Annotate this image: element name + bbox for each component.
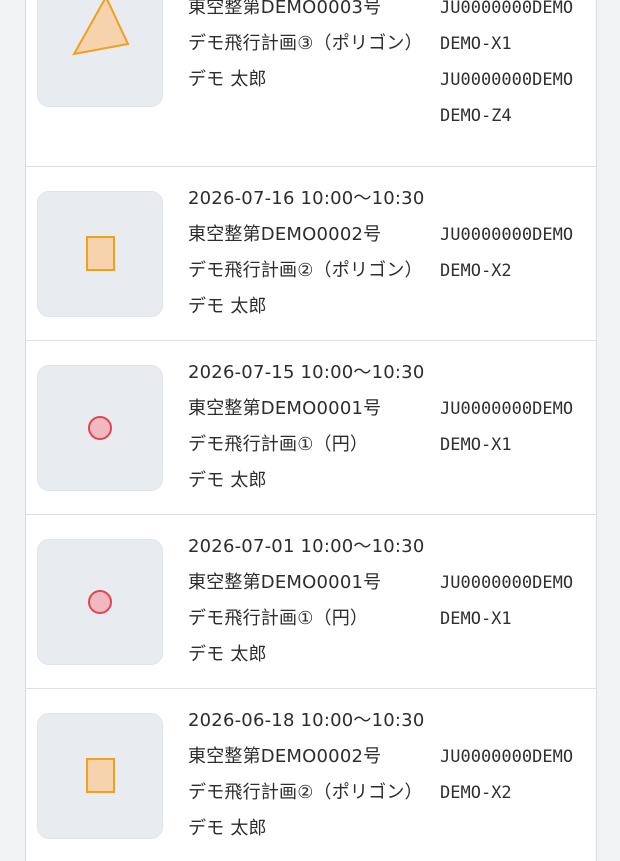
flight-plan-info: 東空整第DEMO0003号 デモ飛行計画③（ポリゴン） デモ 太郎 bbox=[188, 0, 438, 98]
plan-name: デモ飛行計画②（ポリゴン） bbox=[188, 260, 423, 281]
flight-plan-info: 2026-07-01 10:00〜10:30 東空整第DEMO0001号 デモ飛… bbox=[188, 529, 438, 673]
registration-codes: JU0000000DEMO DEMO-X2 bbox=[440, 217, 596, 289]
permit-number: 東空整第DEMO0002号 bbox=[188, 746, 382, 767]
flight-plan-info: 2026-07-16 10:00〜10:30 東空整第DEMO0002号 デモ飛… bbox=[188, 181, 438, 325]
aircraft-code: DEMO-X1 bbox=[440, 609, 512, 629]
permit-number: 東空整第DEMO0003号 bbox=[188, 0, 382, 18]
registration-code: JU0000000DEMO bbox=[440, 70, 574, 90]
registration-codes: JU0000000DEMO DEMO-X1 JU0000000DEMO DEMO… bbox=[440, 0, 596, 134]
flight-area-thumbnail bbox=[37, 539, 163, 665]
flight-area-thumbnail bbox=[37, 365, 163, 491]
plan-name: デモ飛行計画①（円） bbox=[188, 608, 369, 629]
flight-plan-row[interactable]: 2026-07-16 10:00〜10:30 東空整第DEMO0002号 デモ飛… bbox=[26, 167, 596, 341]
aircraft-code: DEMO-X2 bbox=[440, 261, 512, 281]
registration-code: JU0000000DEMO bbox=[440, 0, 574, 18]
plan-name: デモ飛行計画③（ポリゴン） bbox=[188, 33, 423, 54]
circle-icon bbox=[88, 416, 112, 440]
flight-plan-row[interactable]: 東空整第DEMO0003号 デモ飛行計画③（ポリゴン） デモ 太郎 JU0000… bbox=[26, 0, 596, 167]
registration-code: JU0000000DEMO bbox=[440, 399, 574, 419]
flight-plan-list: 東空整第DEMO0003号 デモ飛行計画③（ポリゴン） デモ 太郎 JU0000… bbox=[25, 0, 597, 861]
flight-plan-row[interactable]: 2026-06-18 10:00〜10:30 東空整第DEMO0002号 デモ飛… bbox=[26, 689, 596, 861]
registration-codes: JU0000000DEMO DEMO-X2 bbox=[440, 739, 596, 811]
aircraft-code: DEMO-X2 bbox=[440, 783, 512, 803]
circle-icon bbox=[88, 590, 112, 614]
aircraft-code: DEMO-X1 bbox=[440, 435, 512, 455]
permit-number: 東空整第DEMO0001号 bbox=[188, 398, 382, 419]
aircraft-code: DEMO-X1 bbox=[440, 34, 512, 54]
triangle-icon bbox=[72, 0, 130, 56]
flight-datetime: 2026-07-15 10:00〜10:30 bbox=[188, 362, 425, 383]
pilot-name: デモ 太郎 bbox=[188, 69, 267, 90]
flight-plan-list-page: 東空整第DEMO0003号 デモ飛行計画③（ポリゴン） デモ 太郎 JU0000… bbox=[0, 0, 620, 861]
registration-code: JU0000000DEMO bbox=[440, 573, 574, 593]
registration-codes: JU0000000DEMO DEMO-X1 bbox=[440, 565, 596, 637]
pilot-name: デモ 太郎 bbox=[188, 470, 267, 491]
registration-code: JU0000000DEMO bbox=[440, 225, 574, 245]
flight-plan-info: 2026-06-18 10:00〜10:30 東空整第DEMO0002号 デモ飛… bbox=[188, 703, 438, 847]
registration-code: JU0000000DEMO bbox=[440, 747, 574, 767]
flight-area-thumbnail bbox=[37, 191, 163, 317]
flight-area-thumbnail bbox=[37, 713, 163, 839]
square-icon bbox=[86, 236, 115, 271]
flight-datetime: 2026-06-18 10:00〜10:30 bbox=[188, 710, 425, 731]
flight-datetime: 2026-07-16 10:00〜10:30 bbox=[188, 188, 425, 209]
plan-name: デモ飛行計画②（ポリゴン） bbox=[188, 782, 423, 803]
permit-number: 東空整第DEMO0001号 bbox=[188, 572, 382, 593]
pilot-name: デモ 太郎 bbox=[188, 818, 267, 839]
pilot-name: デモ 太郎 bbox=[188, 644, 267, 665]
aircraft-code: DEMO-Z4 bbox=[440, 106, 512, 126]
permit-number: 東空整第DEMO0002号 bbox=[188, 224, 382, 245]
pilot-name: デモ 太郎 bbox=[188, 296, 267, 317]
flight-plan-row[interactable]: 2026-07-01 10:00〜10:30 東空整第DEMO0001号 デモ飛… bbox=[26, 515, 596, 689]
flight-area-thumbnail bbox=[37, 0, 163, 107]
square-icon bbox=[86, 758, 115, 793]
registration-codes: JU0000000DEMO DEMO-X1 bbox=[440, 391, 596, 463]
flight-plan-row[interactable]: 2026-07-15 10:00〜10:30 東空整第DEMO0001号 デモ飛… bbox=[26, 341, 596, 515]
flight-datetime: 2026-07-01 10:00〜10:30 bbox=[188, 536, 425, 557]
flight-plan-info: 2026-07-15 10:00〜10:30 東空整第DEMO0001号 デモ飛… bbox=[188, 355, 438, 499]
plan-name: デモ飛行計画①（円） bbox=[188, 434, 369, 455]
